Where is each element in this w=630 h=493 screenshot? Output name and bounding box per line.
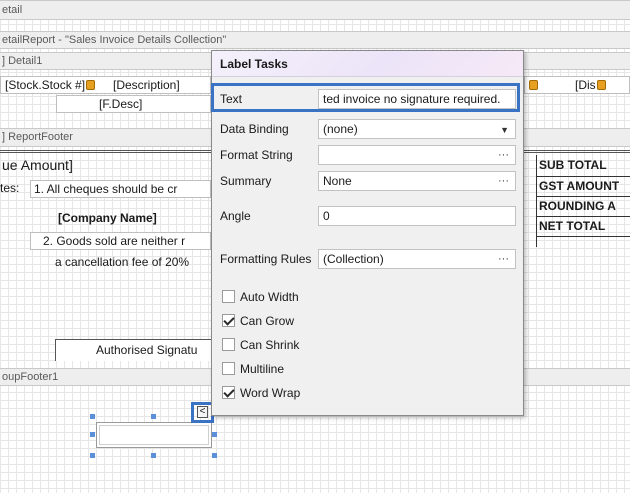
totals-rule: [537, 216, 630, 217]
band-detail1-label: ] Detail1: [2, 55, 43, 67]
resize-handle-br[interactable]: [212, 453, 217, 458]
detail-row-right: [Dis: [524, 76, 630, 94]
note-2-continued[interactable]: a cancellation fee of 20%: [55, 255, 189, 269]
checkbox-label: Can Shrink: [240, 338, 300, 352]
selected-label-inner: [99, 425, 209, 445]
total-label-0[interactable]: SUB TOTAL: [539, 158, 607, 172]
total-label-1[interactable]: GST AMOUNT: [539, 179, 619, 193]
checkbox-label: Can Grow: [240, 314, 295, 328]
ellipsis-button[interactable]: ···: [498, 250, 509, 268]
formatting-rules-value: (Collection): [323, 252, 384, 266]
smart-tag-button[interactable]: <: [197, 406, 208, 418]
discount-field[interactable]: [Dis: [575, 78, 607, 92]
database-icon: [86, 80, 96, 90]
checkbox-word-wrap[interactable]: Word Wrap: [222, 386, 300, 400]
checkbox-label: Auto Width: [240, 290, 299, 304]
band-detail-report[interactable]: etailReport - "Sales Invoice Details Col…: [0, 31, 630, 49]
authorised-signature-box[interactable]: Authorised Signatu: [55, 339, 211, 361]
note-1[interactable]: 1. All cheques should be cr: [30, 180, 211, 198]
resize-handle-ml[interactable]: [90, 432, 95, 437]
ellipsis-button[interactable]: ···: [498, 172, 509, 190]
resize-handle-tl[interactable]: [90, 414, 95, 419]
discount-field-text: [Dis: [575, 78, 596, 92]
checkbox-box[interactable]: [222, 338, 235, 351]
band-group-footer-label: oupFooter1: [2, 371, 59, 383]
checkbox-can-shrink[interactable]: Can Shrink: [222, 338, 299, 352]
checkbox-multiline[interactable]: Multiline: [222, 362, 284, 376]
checkbox-box[interactable]: [222, 314, 235, 327]
band-report-footer-label: ] ReportFooter: [2, 131, 73, 143]
summary-value: None: [323, 174, 352, 188]
formatting-rules-field[interactable]: (Collection) ···: [318, 249, 516, 269]
format-string-label: Format String: [220, 148, 293, 162]
checkbox-box[interactable]: [222, 290, 235, 303]
angle-field[interactable]: 0: [318, 206, 516, 226]
totals-table: SUB TOTAL GST AMOUNT ROUNDING A NET TOTA…: [536, 155, 630, 247]
database-icon: [529, 80, 538, 90]
totals-rule: [537, 236, 630, 237]
amount-field[interactable]: ue Amount]: [2, 157, 73, 173]
company-name-field[interactable]: [Company Name]: [58, 211, 157, 225]
stock-field[interactable]: [Stock.Stock #]: [5, 78, 96, 92]
data-binding-value: (none): [323, 122, 358, 136]
resize-handle-bm[interactable]: [151, 453, 156, 458]
total-label-3[interactable]: NET TOTAL: [539, 219, 605, 233]
checkbox-label: Word Wrap: [240, 386, 301, 400]
f-desc-field[interactable]: [F.Desc]: [56, 95, 211, 113]
note-2[interactable]: 2. Goods sold are neither r: [30, 232, 211, 250]
data-binding-label: Data Binding: [220, 122, 289, 136]
checkbox-box[interactable]: [222, 362, 235, 375]
notes-label[interactable]: tes:: [0, 181, 19, 195]
band-top-label: etail: [2, 4, 23, 16]
checkbox-label: Multiline: [240, 362, 285, 376]
summary-field[interactable]: None ···: [318, 171, 516, 191]
resize-handle-mr[interactable]: [212, 432, 217, 437]
totals-rule: [537, 176, 630, 177]
database-icon: [596, 80, 606, 90]
dropdown-arrow-icon[interactable]: ▼: [500, 121, 509, 138]
resize-handle-tm[interactable]: [151, 414, 156, 419]
data-binding-select[interactable]: (none) ▼: [318, 119, 516, 139]
resize-handle-bl[interactable]: [90, 453, 95, 458]
popup-title: Label Tasks: [212, 51, 523, 77]
stock-field-text: [Stock.Stock #]: [5, 78, 86, 92]
band-detail-report-label: etailReport - "Sales Invoice Details Col…: [2, 34, 227, 46]
total-label-2[interactable]: ROUNDING A: [539, 199, 616, 213]
detail-row: [Stock.Stock #] [Description]: [0, 76, 211, 94]
band-top[interactable]: etail: [0, 0, 630, 20]
angle-label: Angle: [220, 209, 251, 223]
ellipsis-button[interactable]: ···: [498, 146, 509, 164]
formatting-rules-label: Formatting Rules: [220, 252, 312, 266]
checkbox-box[interactable]: [222, 386, 235, 399]
checkbox-can-grow[interactable]: Can Grow: [222, 314, 294, 328]
totals-rule: [537, 196, 630, 197]
text-row-highlight: [211, 83, 520, 112]
summary-label: Summary: [220, 174, 272, 188]
description-field[interactable]: [Description]: [113, 78, 180, 92]
format-string-field[interactable]: ···: [318, 145, 516, 165]
checkbox-auto-width[interactable]: Auto Width: [222, 290, 299, 304]
